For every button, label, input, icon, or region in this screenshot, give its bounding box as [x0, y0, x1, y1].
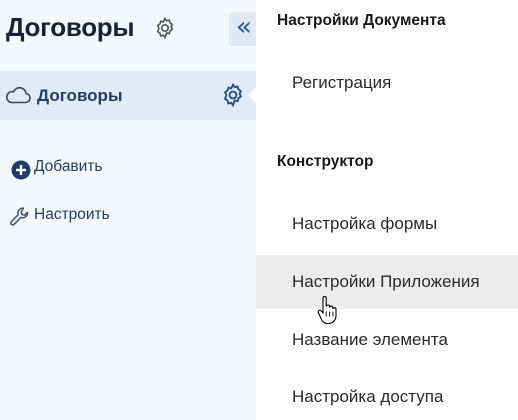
- gear-icon[interactable]: [220, 82, 246, 108]
- menu-item-app-settings[interactable]: Настройки Приложения: [256, 255, 518, 309]
- gear-icon[interactable]: [153, 16, 177, 40]
- settings-dropdown-menu: Настройки Документа Регистрация Конструк…: [256, 0, 518, 420]
- menu-section-header: Конструктор: [277, 153, 374, 170]
- menu-item-registration[interactable]: Регистрация: [256, 56, 518, 110]
- sidebar: Договоры « Договоры Добавить Настроить: [0, 0, 259, 420]
- plus-circle-icon[interactable]: [11, 160, 31, 180]
- configure-button[interactable]: Настроить: [34, 206, 110, 224]
- menu-item-form-settings[interactable]: Настройка формы: [256, 197, 518, 251]
- add-button[interactable]: Добавить: [34, 158, 103, 176]
- app-root: Договоры « Договоры Добавить Настроить Н…: [0, 0, 518, 420]
- sidebar-item-label: Договоры: [37, 86, 123, 105]
- wrench-icon[interactable]: [8, 205, 32, 229]
- cloud-icon: [6, 86, 31, 104]
- hand-cursor-icon: [317, 296, 337, 324]
- menu-item-element-name[interactable]: Название элемента: [256, 313, 518, 367]
- page-title: Договоры: [6, 12, 135, 42]
- menu-item-access-settings[interactable]: Настройка доступа: [256, 370, 518, 420]
- collapse-sidebar-button[interactable]: «: [229, 12, 259, 46]
- menu-section-header: Настройки Документа: [277, 12, 446, 29]
